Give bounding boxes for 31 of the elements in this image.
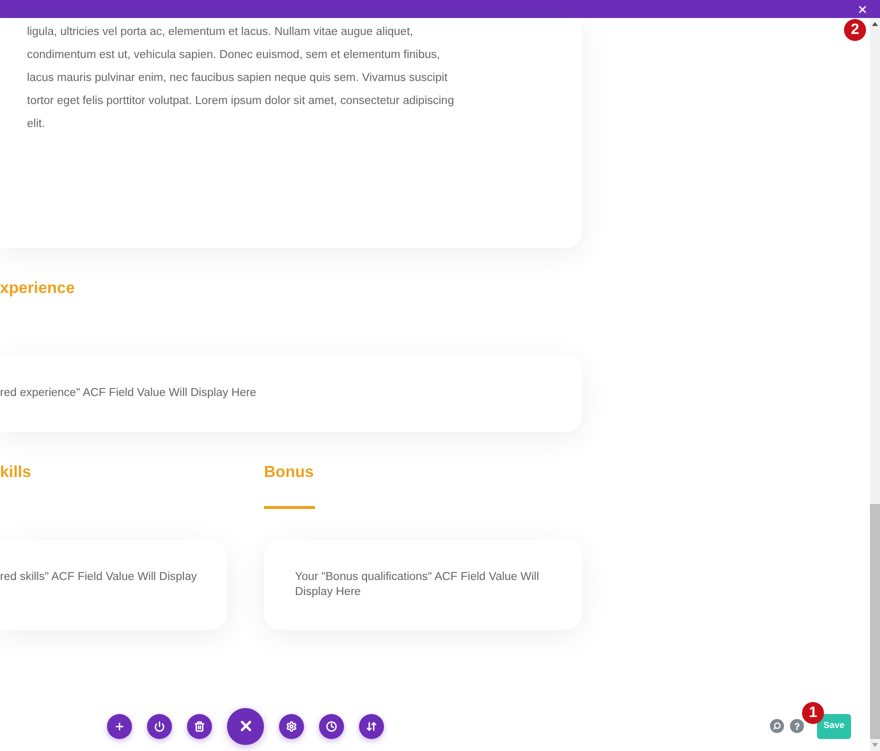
exit-button[interactable] [227, 708, 264, 744]
scroll-up-arrow-icon[interactable] [872, 22, 878, 26]
sort-button[interactable] [359, 714, 384, 738]
search-button[interactable] [770, 719, 784, 733]
field-placeholder-text: red experience" ACF Field Value Will Display Here [0, 386, 256, 401]
save-button[interactable]: Save [817, 714, 851, 738]
section-heading: Bonus [264, 463, 314, 483]
step-number-badge: 1 [802, 702, 824, 724]
field-placeholder-text: red skills" ACF Field Value Will Display [0, 570, 198, 585]
body-text: ligula, ultricies vel porta ac, elementum et lacus. Nullam vitae augue aliquet, condimentum est ut, vehicula sapien. Donec euismod, sem et elementum finibus, lacus mauris pulvinar enim, nec faucibus sapien neque quis sem. Vivamus suscipit tortor eget felis porttitor volutpat. Lorem ipsum dolor sit amet, consectetur adipiscing elit. [27, 25, 455, 132]
delete-button[interactable] [187, 714, 212, 738]
section-heading: kills [0, 463, 32, 483]
clock-icon [326, 720, 337, 732]
question-mark-icon [794, 722, 800, 730]
plus-icon [114, 720, 125, 732]
scrollbar-thumb[interactable] [870, 504, 880, 739]
power-icon [154, 720, 165, 732]
up-down-arrows-icon [366, 720, 377, 732]
close-button[interactable] [856, 3, 868, 15]
history-button[interactable] [319, 714, 344, 738]
help-button[interactable] [790, 719, 804, 733]
power-button[interactable] [147, 714, 172, 738]
section-heading: xperience [0, 279, 75, 299]
search-icon [773, 722, 781, 730]
settings-button[interactable] [279, 714, 304, 738]
add-button[interactable] [107, 714, 132, 738]
trash-icon [194, 720, 205, 732]
close-icon [856, 4, 868, 14]
settings-icon [286, 720, 297, 732]
step-number-badge: 2 [844, 19, 866, 41]
field-placeholder-text: Your "Bonus qualifications" ACF Field Value Will Display Here [295, 570, 540, 600]
